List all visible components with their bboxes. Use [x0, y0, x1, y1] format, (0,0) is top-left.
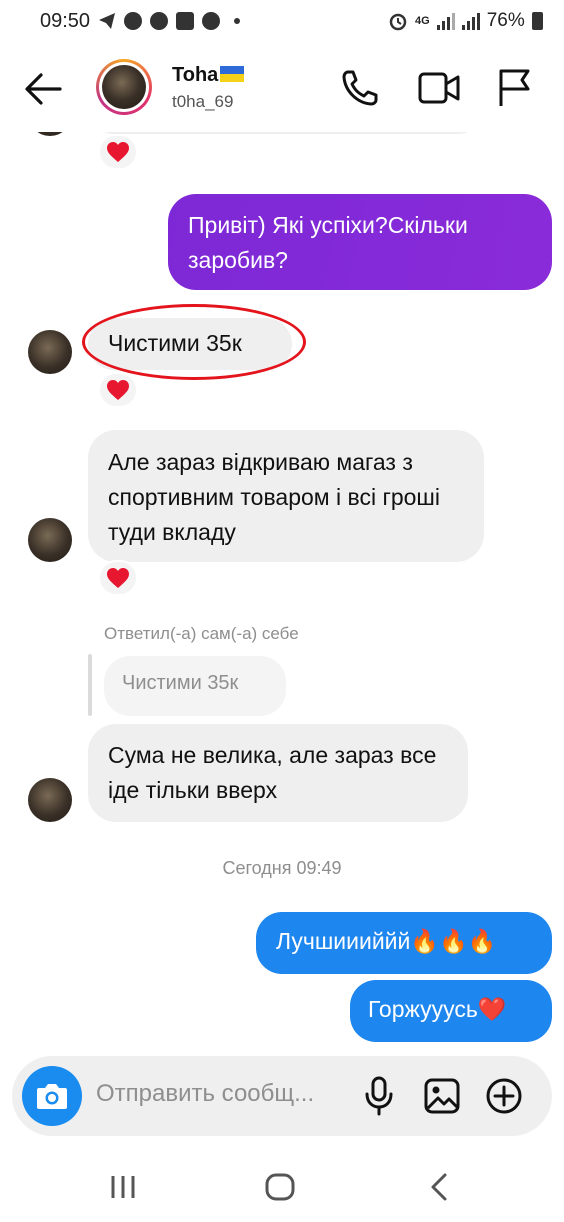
video-camera-icon[interactable]: [418, 70, 460, 106]
add-circle-icon[interactable]: [486, 1078, 522, 1114]
back-nav-icon[interactable]: [428, 1172, 450, 1202]
heart-icon: [107, 380, 129, 400]
quoted-message[interactable]: Чистими 35к: [104, 656, 286, 716]
app-notification-icon: [176, 12, 194, 30]
battery-percent: 76%: [486, 10, 525, 31]
incoming-message-bubble[interactable]: Але зараз відкриваю магаз з спортивним т…: [88, 430, 484, 562]
recent-apps-icon[interactable]: [108, 1174, 138, 1200]
date-separator: Сегодня 09:49: [222, 858, 342, 878]
highlight-ellipse: [82, 304, 306, 380]
camera-icon: [37, 1084, 67, 1109]
contact-username[interactable]: t0ha_69: [172, 92, 233, 112]
app-notification-icon: [150, 12, 168, 30]
contact-avatar: [102, 65, 146, 109]
contact-avatar[interactable]: [28, 518, 72, 562]
heart-icon: [107, 142, 129, 162]
facebook-icon: [124, 12, 142, 30]
incoming-message-bubble[interactable]: Сума не велика, але зараз все іде тільки…: [88, 724, 468, 822]
contact-avatar-story-ring[interactable]: [96, 59, 152, 115]
microphone-icon[interactable]: [364, 1076, 394, 1116]
app-notification-icon: [202, 12, 220, 30]
gallery-icon[interactable]: [424, 1078, 460, 1114]
outgoing-message-bubble[interactable]: Лучшиииййй🔥🔥🔥: [256, 912, 552, 974]
heart-icon: [107, 568, 129, 588]
system-navigation-bar: [0, 1150, 564, 1222]
heart-reaction[interactable]: [98, 560, 138, 596]
flag-icon[interactable]: [498, 68, 532, 108]
contact-name[interactable]: Toha: [172, 64, 245, 87]
contact-name-text: Toha: [172, 64, 219, 86]
telegram-icon: [99, 13, 115, 29]
reply-meta-label: Ответил(-а) сам(-а) себе: [104, 624, 299, 643]
message-input[interactable]: Отправить сообщ...: [96, 1080, 314, 1108]
network-type: 4G: [415, 15, 430, 27]
ukraine-flag-emoji: [220, 66, 245, 82]
back-arrow-icon[interactable]: [24, 72, 62, 106]
status-right: 4G 76%: [388, 10, 543, 32]
contact-avatar[interactable]: [28, 778, 72, 822]
contact-avatar[interactable]: [28, 330, 72, 374]
signal-icon: [436, 12, 455, 30]
phone-icon[interactable]: [340, 68, 380, 108]
battery-icon: [531, 12, 543, 30]
notification-icons: [98, 12, 240, 30]
home-icon[interactable]: [264, 1172, 296, 1202]
heart-reaction[interactable]: [98, 134, 138, 170]
alarm-icon: [389, 13, 407, 31]
status-time: 09:50: [40, 10, 91, 32]
status-bar: 09:50 4G 76%: [0, 0, 564, 44]
outgoing-message-bubble[interactable]: Горжууусь❤️: [350, 980, 552, 1042]
chat-header: Toha t0ha_69: [0, 44, 564, 132]
more-notifications-dot: [234, 18, 240, 24]
heart-reaction[interactable]: [98, 372, 138, 408]
reply-indicator-line: [88, 654, 92, 716]
signal-icon: [461, 12, 480, 30]
camera-button[interactable]: [22, 1066, 82, 1126]
outgoing-message-bubble[interactable]: Привіт) Які успіхи?Скільки заробив?: [168, 194, 552, 290]
